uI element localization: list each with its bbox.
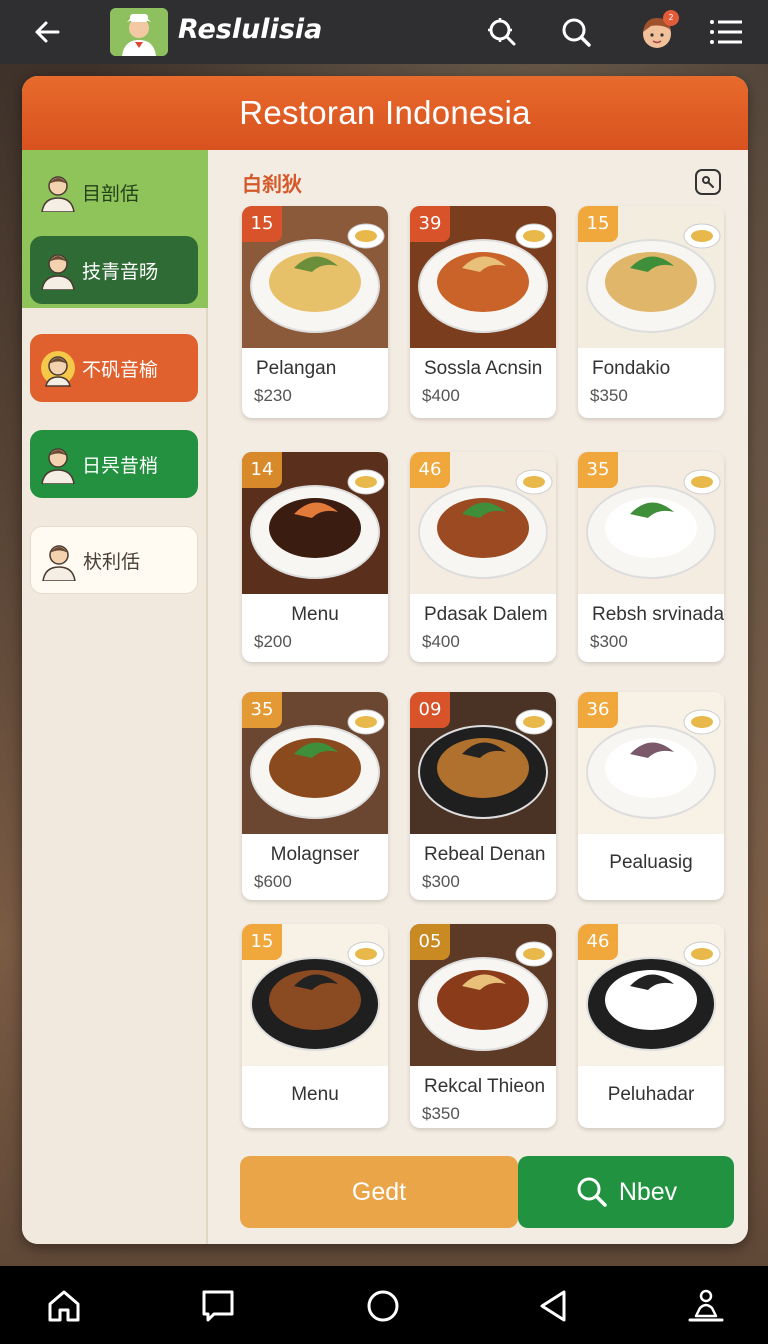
restaurant-card: Restoran Indonesia 目剖佸 技青音旸 不矾音榆 日昗昔梢 枤利… <box>22 76 748 1244</box>
dish-name: Rebeal Denan <box>424 844 546 865</box>
filter-icon[interactable] <box>694 168 722 196</box>
primary-button-label: Gedt <box>351 1177 407 1206</box>
menu-item-card[interactable]: 15 Pelangan $230 <box>242 206 388 418</box>
search-settings-icon[interactable] <box>482 12 522 52</box>
search-icon[interactable] <box>556 12 596 52</box>
dish-name: Menu <box>291 604 339 625</box>
back-triangle-icon[interactable] <box>534 1286 574 1326</box>
dish-name: Rekcal Thieon <box>424 1076 546 1097</box>
item-number-badge: 15 <box>242 206 282 242</box>
dish-price: $400 <box>422 632 460 651</box>
item-number-badge: 35 <box>578 452 618 488</box>
menu-item-card[interactable]: 15 Menu <box>242 924 388 1128</box>
system-nav-bar <box>0 1266 768 1344</box>
menu-item-card[interactable]: 46 Pdasak Dalem $400 <box>410 452 556 662</box>
item-number-badge: 09 <box>410 692 450 728</box>
item-number-badge: 14 <box>242 452 282 488</box>
dish-price: $350 <box>590 386 628 405</box>
dish-price: $400 <box>422 386 460 405</box>
menu-list-icon[interactable] <box>706 12 746 52</box>
dish-price: $230 <box>254 386 292 405</box>
menu-item-card[interactable]: 14 Menu $200 <box>242 452 388 662</box>
dish-price: $600 <box>254 872 292 891</box>
primary-button[interactable]: Gedt <box>240 1156 518 1228</box>
app-bar: Reslulisia 2 <box>0 0 768 64</box>
sidebar-item-label: 目剖佸 <box>82 182 140 205</box>
back-arrow-icon[interactable] <box>28 12 68 52</box>
accessibility-icon[interactable] <box>686 1286 726 1326</box>
sidebar-item-1[interactable]: 技青音旸 <box>30 236 198 304</box>
card-header: Restoran Indonesia <box>22 76 748 150</box>
dish-name: Menu <box>291 1084 339 1105</box>
dish-name: Peluhadar <box>607 1084 695 1105</box>
sidebar-item-label: 技青音旸 <box>82 260 159 283</box>
profile-avatar[interactable]: 2 <box>637 10 679 54</box>
sidebar: 目剖佸 技青音旸 不矾音榆 日昗昔梢 枤利佸 <box>22 150 208 1244</box>
dish-name: Pdasak Dalem <box>424 604 548 625</box>
menu-item-card[interactable]: 46 Peluhadar <box>578 924 724 1128</box>
item-number-badge: 15 <box>242 924 282 960</box>
menu-item-card[interactable]: 39 Sossla Acnsin $400 <box>410 206 556 418</box>
user-avatar-icon <box>41 448 75 484</box>
search-button[interactable]: Nbev <box>518 1156 734 1228</box>
sidebar-item-2[interactable]: 不矾音榆 <box>30 334 198 402</box>
dish-price: $350 <box>422 1104 460 1123</box>
dish-name: Sossla Acnsin <box>424 358 543 379</box>
sidebar-item-label: 日昗昔梢 <box>82 454 159 477</box>
app-brand: Reslulisia <box>178 14 323 45</box>
user-avatar-icon <box>41 176 75 212</box>
dish-name: Fondakio <box>592 358 671 379</box>
user-avatar-icon <box>42 545 76 581</box>
sidebar-item-0[interactable]: 目剖佸 <box>30 158 198 226</box>
search-icon <box>577 1177 607 1207</box>
section-title: 白刹狄 <box>242 172 302 196</box>
menu-item-card[interactable]: 09 Rebeal Denan $300 <box>410 692 556 900</box>
dish-price: $300 <box>590 632 628 651</box>
item-number-badge: 15 <box>578 206 618 242</box>
item-number-badge: 36 <box>578 692 618 728</box>
item-number-badge: 46 <box>578 924 618 960</box>
dish-price: $200 <box>254 632 292 651</box>
dish-name: Rebsh srvinadar <box>592 604 724 625</box>
item-number-badge: 46 <box>410 452 450 488</box>
menu-item-card[interactable]: 35 Molagnser $600 <box>242 692 388 900</box>
dish-name: Pealuasig <box>609 852 693 873</box>
item-number-badge: 05 <box>410 924 450 960</box>
item-number-badge: 39 <box>410 206 450 242</box>
app-logo <box>110 8 168 56</box>
menu-item-card[interactable]: 15 Fondakio $350 <box>578 206 724 418</box>
dish-name: Pelangan <box>256 358 337 379</box>
user-avatar-icon <box>41 254 75 290</box>
notification-badge: 2 <box>663 10 679 26</box>
sidebar-item-4[interactable]: 枤利佸 <box>30 526 198 594</box>
menu-item-card[interactable]: 36 Pealuasig <box>578 692 724 900</box>
dish-name: Molagnser <box>270 844 360 865</box>
user-avatar-icon <box>41 351 75 387</box>
item-number-badge: 35 <box>242 692 282 728</box>
dish-price: $300 <box>422 872 460 891</box>
home-circle-icon[interactable] <box>363 1286 403 1326</box>
menu-item-card[interactable]: 05 Rekcal Thieon $350 <box>410 924 556 1128</box>
sidebar-item-3[interactable]: 日昗昔梢 <box>30 430 198 498</box>
sidebar-item-label: 不矾音榆 <box>82 358 159 381</box>
sidebar-item-label: 枤利佸 <box>83 550 141 573</box>
search-button-label: Nbev <box>618 1177 678 1206</box>
page-title: Restoran Indonesia <box>239 94 531 131</box>
recents-icon[interactable] <box>198 1286 238 1326</box>
menu-item-card[interactable]: 35 Rebsh srvinadar $300 <box>578 452 724 662</box>
home-icon[interactable] <box>44 1286 84 1326</box>
